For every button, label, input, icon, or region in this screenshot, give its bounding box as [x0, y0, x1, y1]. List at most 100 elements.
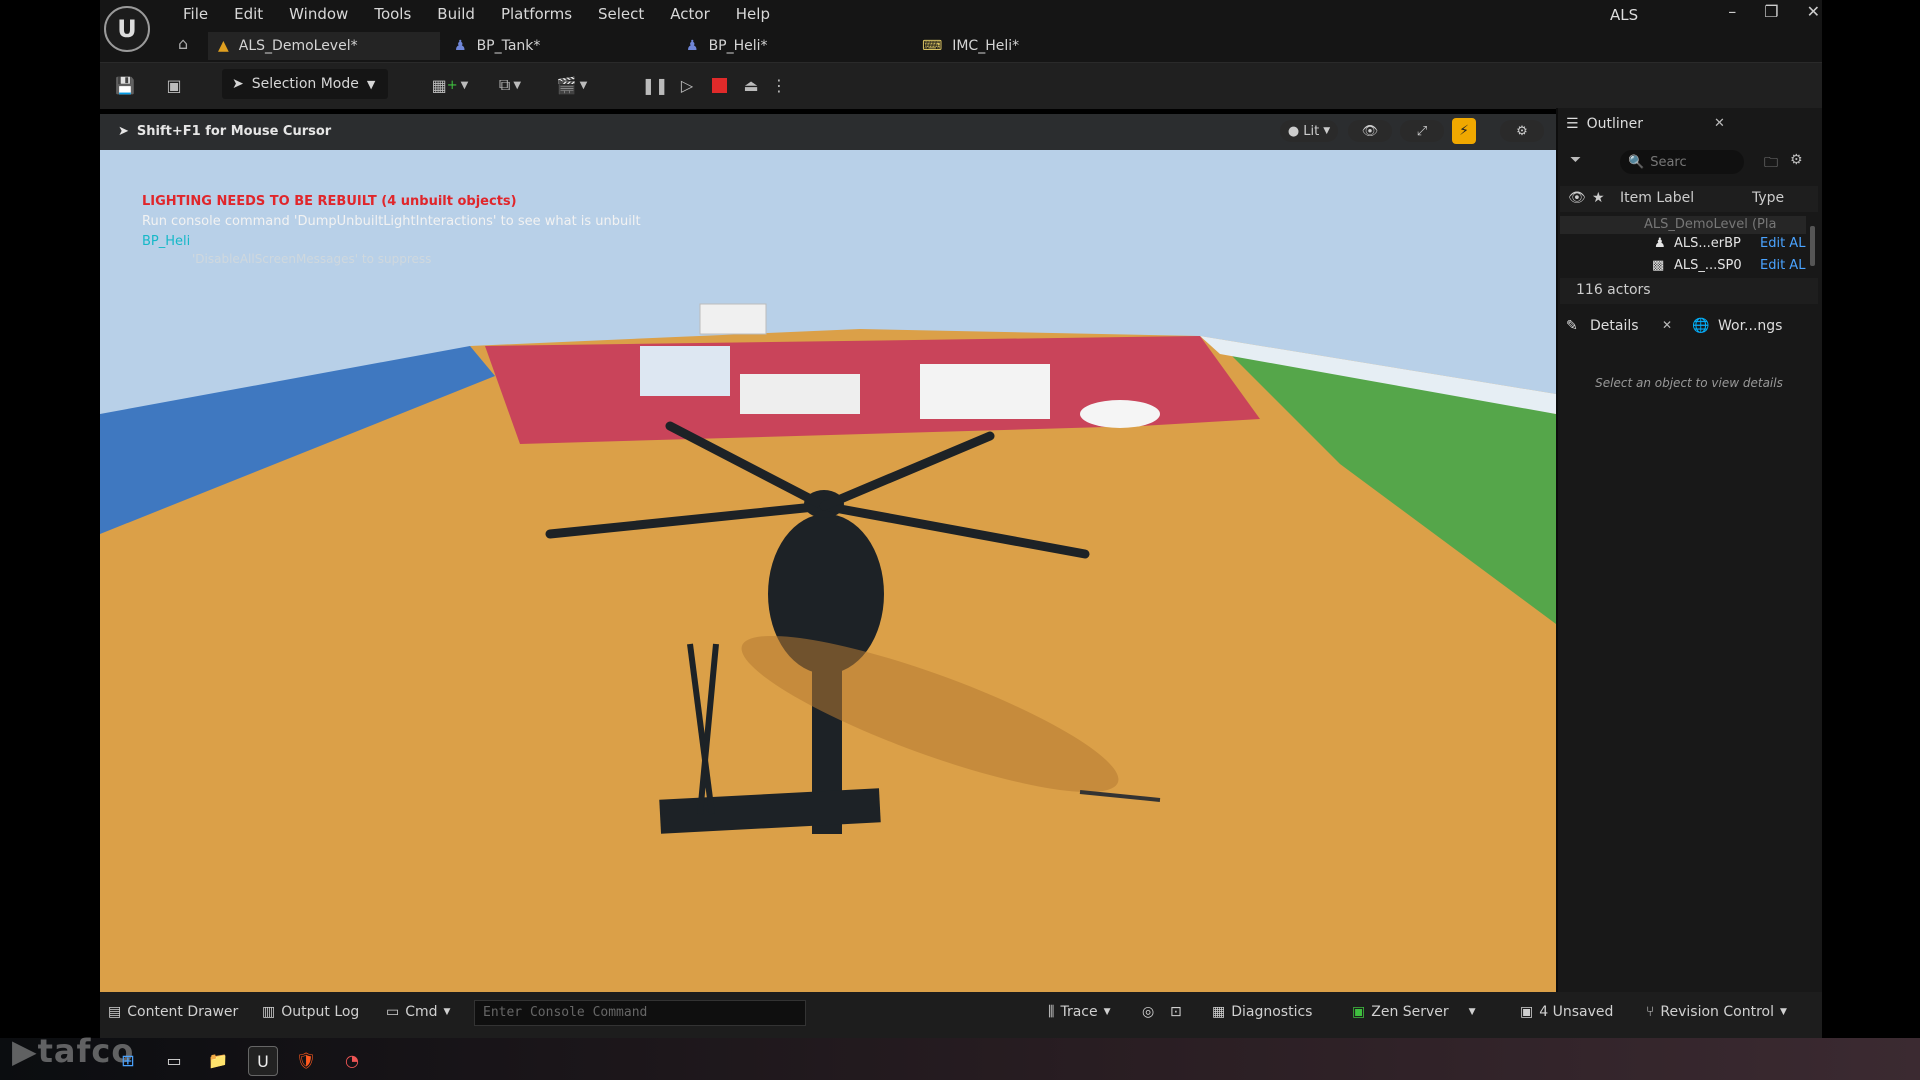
col-item-label[interactable]: Item Label: [1620, 190, 1694, 206]
actor-message: BP_Heli: [142, 234, 191, 249]
trace-icon: ⫼: [1048, 1004, 1055, 1020]
tab-bp-heli[interactable]: ♟ BP_Heli*: [676, 32, 912, 60]
log-icon: ▥: [262, 1004, 276, 1020]
star-icon[interactable]: ★: [1592, 190, 1605, 206]
drawer-icon: ▤: [108, 1004, 122, 1020]
cmd-dropdown[interactable]: ▭ Cmd ▼: [386, 1004, 450, 1020]
tab-imc-heli[interactable]: ⌨ IMC_Heli*: [912, 32, 1092, 60]
restore-icon[interactable]: ❐: [1764, 2, 1778, 21]
cursor-icon: ➤: [232, 76, 244, 92]
tab-details[interactable]: Details: [1590, 318, 1639, 334]
content-browse-icon[interactable]: ▣: [160, 71, 188, 99]
filter-icon[interactable]: ⏷: [1570, 152, 1581, 168]
level-viewport[interactable]: [100, 114, 1556, 992]
chevron-down-icon: ▼: [366, 77, 376, 91]
tab-bp-tank[interactable]: ♟ BP_Tank*: [440, 32, 676, 60]
realtime-toggle[interactable]: ⚡: [1452, 118, 1476, 144]
menu-file[interactable]: File: [170, 4, 221, 24]
screenshot-icon[interactable]: ⊡: [1170, 1004, 1182, 1020]
blueprint-menu-icon[interactable]: ⧉ ▼: [488, 71, 532, 99]
revision-control-dropdown[interactable]: ⑂ Revision Control ▼: [1646, 1004, 1787, 1020]
unsaved-button[interactable]: ▣ 4 Unsaved: [1520, 1004, 1613, 1020]
more-options-icon[interactable]: ⋮: [771, 71, 787, 99]
menu-edit[interactable]: Edit: [221, 4, 276, 24]
pencil-icon: ✎: [1566, 318, 1578, 334]
zen-icon: ▣: [1352, 1004, 1366, 1020]
outliner-footer: 116 actors: [1560, 278, 1818, 304]
chevron-down-icon: ▼: [443, 1007, 451, 1017]
viewport-settings-button[interactable]: ⚙: [1500, 120, 1544, 142]
list-icon: ☰: [1566, 116, 1579, 132]
edit-link[interactable]: Edit AL: [1760, 236, 1805, 251]
terminal-icon: ▭: [386, 1004, 400, 1020]
level-icon: ▲: [218, 38, 229, 54]
close-icon[interactable]: ✕: [1807, 2, 1820, 21]
selection-mode-dropdown[interactable]: ➤ Selection Mode ▼: [222, 69, 388, 99]
record-icon[interactable]: ◎: [1142, 1004, 1154, 1020]
unreal-taskbar-icon[interactable]: U: [248, 1046, 278, 1076]
eye-icon: 👁: [1361, 123, 1379, 139]
suppress-hint: 'DisableAllScreenMessages' to suppress: [192, 252, 432, 266]
brave-icon[interactable]: 🛡: [292, 1046, 320, 1074]
outliner-tab[interactable]: ☰ Outliner: [1566, 116, 1643, 132]
menu-actor[interactable]: Actor: [657, 4, 722, 24]
save-icon[interactable]: 💾: [112, 71, 138, 99]
content-drawer-button[interactable]: ▤ Content Drawer: [108, 1004, 238, 1020]
add-folder-icon[interactable]: 🗀: [1764, 152, 1778, 176]
lighting-warning: LIGHTING NEEDS TO BE REBUILT (4 unbuilt …: [142, 194, 517, 209]
folder-icon[interactable]: 📁: [204, 1046, 232, 1074]
minimize-icon[interactable]: –: [1728, 2, 1736, 21]
mouse-cursor-hint: ➤ Shift+F1 for Mouse Cursor: [118, 124, 332, 139]
snap-settings-button[interactable]: ⤢: [1400, 120, 1444, 142]
edit-link[interactable]: Edit AL: [1760, 258, 1805, 273]
output-log-button[interactable]: ▥ Output Log: [262, 1004, 359, 1020]
home-icon[interactable]: ⌂: [178, 34, 188, 53]
step-icon[interactable]: ▷: [674, 71, 700, 99]
diagnostics-button[interactable]: ▦ Diagnostics: [1212, 1004, 1312, 1020]
show-flags-button[interactable]: 👁: [1348, 120, 1392, 142]
unreal-logo[interactable]: U: [104, 6, 150, 52]
add-actor-icon[interactable]: ▦ + ▼: [428, 71, 472, 99]
os-taskbar: [0, 1038, 1920, 1080]
outliner-scrollbar[interactable]: [1810, 226, 1815, 266]
cursor-icon: ➤: [118, 124, 129, 139]
viewport-scene: [100, 114, 1556, 992]
menu-select[interactable]: Select: [585, 4, 657, 24]
blueprint-icon: ♟: [454, 38, 467, 54]
eject-icon[interactable]: ⏏: [738, 71, 764, 99]
pause-icon[interactable]: ❚❚: [642, 71, 669, 99]
tab-als-demolevel[interactable]: ▲ ALS_DemoLevel*: [208, 32, 440, 60]
stop-icon[interactable]: [706, 71, 732, 99]
eye-icon[interactable]: 👁: [1568, 190, 1586, 206]
close-icon[interactable]: ✕: [1714, 116, 1725, 131]
chart-icon: ▦: [1212, 1004, 1226, 1020]
table-row[interactable]: ♟ ALS...erBP Edit AL: [1560, 234, 1806, 254]
zen-server-dropdown[interactable]: ▣ Zen Server ▼: [1352, 1004, 1476, 1020]
globe-icon: 🌐: [1692, 318, 1710, 334]
taskview-icon[interactable]: ▭: [160, 1046, 188, 1074]
menu-platforms[interactable]: Platforms: [488, 4, 585, 24]
tab-world-settings[interactable]: Wor...ngs: [1718, 318, 1782, 334]
menu-build[interactable]: Build: [424, 4, 488, 24]
outliner-header: 👁 ★ Item Label Type: [1560, 186, 1818, 212]
sphere-icon: ●: [1287, 123, 1300, 139]
trace-dropdown[interactable]: ⫼ Trace ▼: [1048, 1004, 1111, 1020]
windows-icon[interactable]: ⊞: [114, 1046, 142, 1074]
search-icon: 🔍: [1628, 154, 1645, 170]
chevron-down-icon: ▼: [1103, 1007, 1111, 1017]
table-row[interactable]: ▩ ALS_...SP0 Edit AL: [1560, 256, 1806, 276]
console-input[interactable]: Enter Console Command: [474, 1000, 806, 1026]
close-icon[interactable]: ✕: [1662, 318, 1672, 332]
details-tabs: ✎ Details ✕ 🌐 Wor...ngs: [1560, 312, 1818, 342]
table-row[interactable]: ALS_DemoLevel (Pla: [1560, 216, 1806, 234]
gear-icon: ⚙: [1516, 123, 1528, 139]
menu-tools[interactable]: Tools: [361, 4, 424, 24]
outliner-search-input[interactable]: 🔍 Searc: [1620, 150, 1744, 174]
gear-icon[interactable]: ⚙: [1790, 152, 1803, 168]
menu-help[interactable]: Help: [723, 4, 783, 24]
app-icon[interactable]: ◔: [338, 1046, 366, 1074]
menu-window[interactable]: Window: [276, 4, 361, 24]
view-mode-button[interactable]: ● Lit ▼: [1280, 120, 1338, 142]
col-type[interactable]: Type: [1752, 190, 1784, 206]
cinematics-icon[interactable]: 🎬 ▼: [550, 71, 594, 99]
